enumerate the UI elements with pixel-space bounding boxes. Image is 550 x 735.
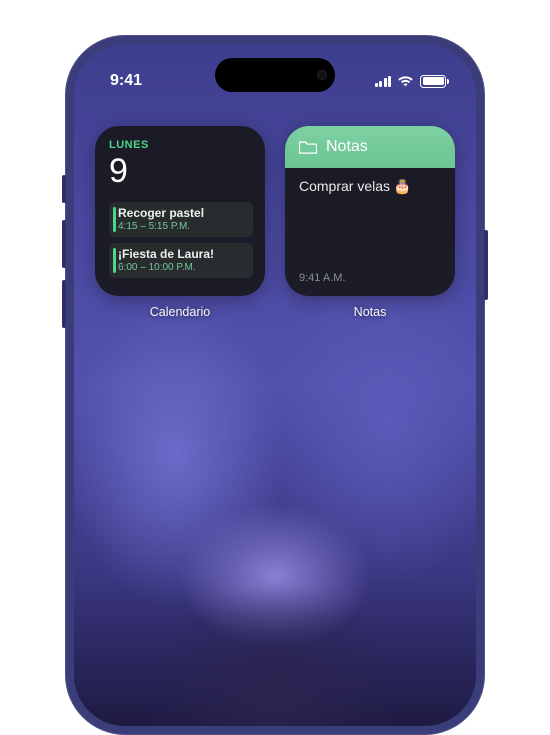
folder-icon: [299, 140, 317, 154]
notes-widget-header: Notas: [285, 126, 455, 168]
calendar-day-name: LUNES: [109, 139, 253, 151]
note-time: 9:41 A.M.: [299, 272, 441, 284]
notes-widget-body: Comprar velas 🎂 9:41 A.M.: [285, 168, 455, 296]
screen: 9:41 LUNES 9: [74, 44, 476, 726]
status-indicators: [375, 75, 447, 88]
battery-icon: [420, 75, 446, 88]
notes-widget-label: Notas: [354, 305, 387, 319]
calendar-widget-label: Calendario: [150, 305, 210, 319]
status-time: 9:41: [110, 72, 142, 90]
calendar-event-title: ¡Fiesta de Laura!: [118, 247, 246, 261]
side-button-volume-up[interactable]: [62, 220, 66, 268]
notes-widget-container: Notas Comprar velas 🎂 9:41 A.M. Notas: [285, 126, 455, 319]
calendar-widget[interactable]: LUNES 9 Recoger pastel 4:15 – 5:15 P.M. …: [95, 126, 265, 296]
widget-row: LUNES 9 Recoger pastel 4:15 – 5:15 P.M. …: [74, 126, 476, 319]
phone-frame: 9:41 LUNES 9: [65, 35, 485, 735]
calendar-event-time: 4:15 – 5:15 P.M.: [118, 221, 246, 232]
calendar-widget-container: LUNES 9 Recoger pastel 4:15 – 5:15 P.M. …: [95, 126, 265, 319]
calendar-event[interactable]: Recoger pastel 4:15 – 5:15 P.M.: [109, 202, 253, 237]
side-button-power[interactable]: [484, 230, 488, 300]
side-button-action[interactable]: [62, 175, 66, 203]
wifi-icon: [397, 75, 414, 87]
calendar-date: 9: [109, 154, 253, 188]
calendar-event-time: 6:00 – 10:00 P.M.: [118, 262, 246, 273]
note-text: Comprar velas 🎂: [299, 178, 441, 272]
side-button-volume-down[interactable]: [62, 280, 66, 328]
calendar-event[interactable]: ¡Fiesta de Laura! 6:00 – 10:00 P.M.: [109, 243, 253, 278]
status-bar: 9:41: [74, 44, 476, 100]
notes-widget[interactable]: Notas Comprar velas 🎂 9:41 A.M.: [285, 126, 455, 296]
notes-header-title: Notas: [326, 138, 368, 156]
cellular-signal-icon: [375, 76, 392, 87]
calendar-event-title: Recoger pastel: [118, 206, 246, 220]
